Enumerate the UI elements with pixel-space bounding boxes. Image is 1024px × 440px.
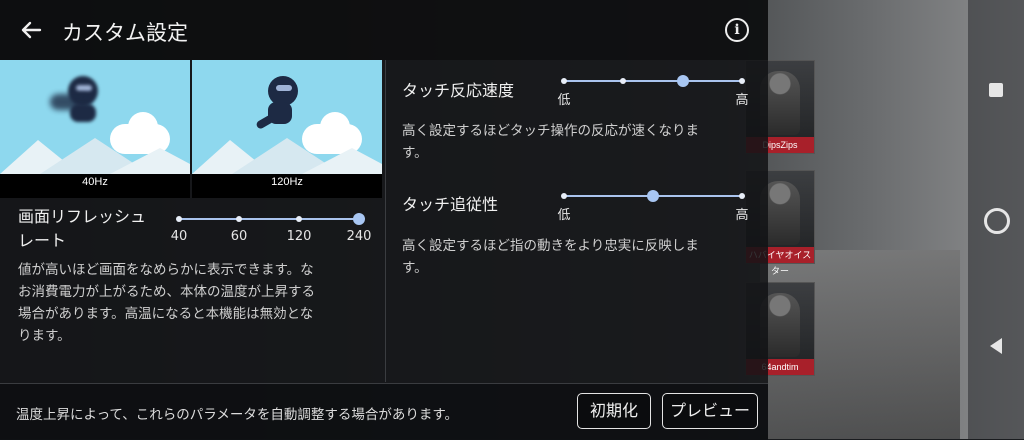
description-line: 高く設定するほど指の動きをより忠実に反映しま [402,238,699,254]
slider-thumb[interactable] [353,213,365,225]
description-line: ります。 [18,328,71,344]
description-line: 高く設定するほどタッチ操作の反応が速くなりま [402,123,699,139]
preview-label: 40Hz [82,176,108,188]
description-line: す。 [402,260,428,276]
touch-response-label: タッチ反応速度 [402,81,515,100]
slider-min-label: 低 [557,208,571,223]
refresh-option-label: 60 [230,229,248,244]
slider-stop[interactable] [236,216,242,222]
footer-bar: 温度上昇によって、これらのパラメータを自動調整する場合があります。 初期化 プレ… [0,383,768,440]
page-title: カスタム設定 [62,21,188,45]
slider-stop[interactable] [739,78,745,84]
preview-artwork [192,60,382,174]
slider-min-label: 低 [557,93,571,108]
slider-stop[interactable] [739,193,745,199]
info-icon: i [734,22,740,38]
preview-label: 120Hz [271,176,303,188]
recent-apps-icon[interactable] [989,83,1003,97]
preview-button[interactable]: プレビュー [662,393,758,429]
refresh-option-label: 40 [170,229,188,244]
slider-thumb[interactable] [677,75,690,87]
custom-settings-panel: カスタム設定 i 40Hz 120Hz 画面リフレッシュ レート 40 60 1… [0,0,768,440]
description-line: お消費電力が上がるため、本体の温度が上昇する [18,284,315,300]
ninja-body [70,104,96,122]
refresh-option-label: 120 [286,229,312,244]
refresh-preview-120hz: 120Hz [192,60,382,198]
footer-note: 温度上昇によって、これらのパラメータを自動調整する場合があります。 [16,407,458,423]
slider-stop[interactable] [561,78,567,84]
touch-follow-description: 高く設定するほど指の動きをより忠実に反映しま す。 [402,235,762,279]
description-line: 場合があります。高温になると本機能は無効とな [18,306,314,322]
slider-thumb[interactable] [647,190,659,202]
slider-stop[interactable] [176,216,182,222]
info-button[interactable]: i [725,18,749,42]
touch-response-description: 高く設定するほどタッチ操作の反応が速くなりま す。 [402,120,762,164]
system-nav-bar [968,0,1024,439]
preview-artwork [0,60,190,174]
refresh-rate-label-line2: レート [18,231,67,250]
slider-max-label: 高 [735,208,749,223]
header-bar: カスタム設定 i [0,0,768,60]
description-line: 値が高いほど画面をなめらかに表示できます。な [18,262,314,278]
back-nav-icon[interactable] [990,338,1002,354]
slider-stop[interactable] [620,78,626,84]
slider-track [179,218,359,220]
refresh-rate-description: 値が高いほど画面をなめらかに表示できます。な お消費電力が上がるため、本体の温度… [18,259,383,347]
description-line: す。 [402,145,428,161]
refresh-preview-40hz: 40Hz [0,60,190,198]
reset-button[interactable]: 初期化 [577,393,651,429]
refresh-rate-label: 画面リフレッシュ レート [18,205,146,253]
slider-stop[interactable] [561,193,567,199]
touch-follow-label: タッチ追従性 [402,195,499,214]
slider-stop[interactable] [296,216,302,222]
refresh-option-label: 240 [346,229,372,244]
back-button[interactable] [18,16,46,44]
slider-max-label: 高 [735,93,749,108]
column-divider [385,60,386,382]
refresh-rate-label-line1: 画面リフレッシュ [18,207,147,226]
home-icon[interactable] [984,208,1010,234]
slider-track [564,80,742,82]
arrow-left-icon [21,21,42,39]
